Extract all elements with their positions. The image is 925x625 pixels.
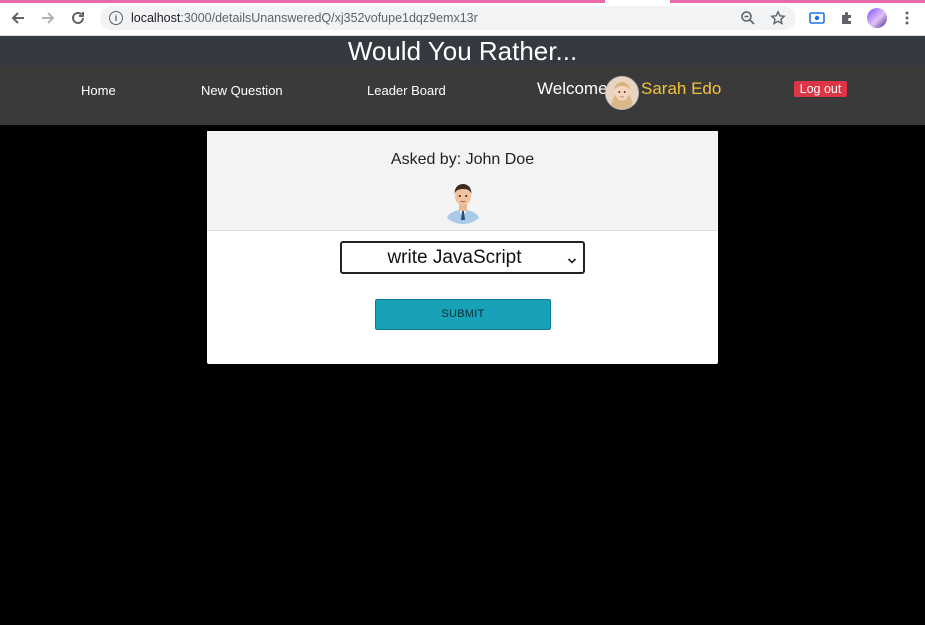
app-title: Would You Rather...	[347, 36, 578, 66]
question-card: Asked by: John Doe write JavaScript SUBM…	[207, 131, 718, 364]
back-icon[interactable]	[8, 8, 28, 28]
user-name: Sarah Edo	[641, 79, 722, 98]
url-host: localhost	[131, 11, 181, 25]
welcome-text: Welcome	[537, 79, 608, 98]
app-header: Would You Rather...	[0, 36, 925, 66]
card-header: Asked by: John Doe	[207, 131, 718, 231]
answer-select[interactable]: write JavaScript	[340, 241, 585, 274]
url-text[interactable]: localhost:3000/detailsUnansweredQ/xj352v…	[131, 11, 478, 25]
more-menu-icon[interactable]	[898, 9, 916, 27]
chevron-down-icon	[567, 253, 577, 264]
answer-select-value: write JavaScript	[387, 247, 522, 268]
extensions-puzzle-icon[interactable]	[838, 9, 856, 27]
nav-new-question-link[interactable]: New Question	[201, 83, 283, 99]
logout-button[interactable]: Log out	[794, 81, 847, 97]
tab-strip-edge	[0, 0, 605, 3]
address-bar[interactable]: i localhost:3000/detailsUnansweredQ/xj35…	[100, 6, 796, 30]
asked-by-label: Asked by: John Doe	[390, 151, 535, 168]
url-path: :3000/detailsUnansweredQ/xj352vofupe1dqz…	[180, 11, 478, 25]
submit-button[interactable]: SUBMIT	[375, 299, 551, 330]
nav-leader-board-link[interactable]: Leader Board	[367, 83, 446, 99]
nav-home-link[interactable]: Home	[81, 83, 116, 99]
site-info-icon[interactable]: i	[109, 11, 123, 25]
profile-avatar[interactable]	[867, 8, 887, 28]
tab-strip-edge	[670, 0, 925, 3]
asker-avatar	[439, 176, 487, 224]
zoom-icon[interactable]	[740, 10, 756, 26]
reload-icon[interactable]	[68, 8, 88, 28]
user-avatar	[605, 76, 639, 110]
browser-toolbar: i localhost:3000/detailsUnansweredQ/xj35…	[0, 0, 925, 36]
bookmark-star-icon[interactable]	[770, 10, 786, 26]
navbar: Home New Question Leader Board Welcome S…	[0, 66, 925, 125]
forward-icon[interactable]	[38, 8, 58, 28]
screen-cast-extension-icon[interactable]	[808, 9, 826, 27]
